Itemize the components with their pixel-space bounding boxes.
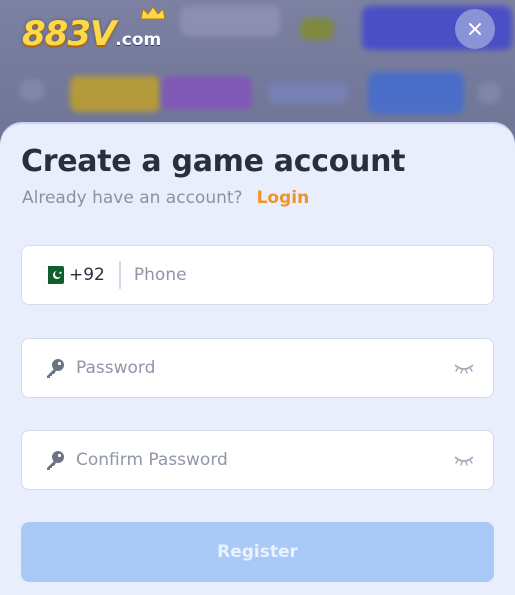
logo-domain: .com <box>115 30 162 50</box>
pakistan-flag-icon[interactable] <box>44 266 64 284</box>
bg-shape <box>70 76 160 112</box>
register-modal: Create a game account Already have an ac… <box>0 124 515 595</box>
confirm-password-field[interactable]: Confirm Password <box>21 430 494 490</box>
bg-shape <box>268 82 348 104</box>
modal-title: Create a game account <box>21 144 406 179</box>
key-icon <box>47 451 64 470</box>
eye-closed-icon[interactable] <box>454 453 474 467</box>
login-prompt-text: Already have an account? <box>22 188 243 208</box>
login-link[interactable]: Login <box>257 188 310 208</box>
password-field[interactable]: Password <box>21 338 494 398</box>
bg-shape <box>180 6 280 36</box>
register-button[interactable]: Register <box>21 522 494 582</box>
phone-input[interactable]: Phone <box>134 265 187 285</box>
bg-shape <box>20 80 44 100</box>
close-button[interactable] <box>455 9 495 49</box>
password-input[interactable]: Password <box>76 358 155 378</box>
confirm-password-input[interactable]: Confirm Password <box>76 450 228 470</box>
phone-field[interactable]: +92 Phone <box>21 245 494 305</box>
key-icon <box>47 359 64 378</box>
register-button-label: Register <box>217 542 298 562</box>
bg-shape <box>300 18 334 40</box>
logo-text: 883V <box>22 14 116 54</box>
bg-shape <box>162 76 252 110</box>
crown-icon <box>140 6 166 20</box>
close-icon <box>469 23 481 35</box>
bg-shape <box>368 72 464 114</box>
eye-closed-icon[interactable] <box>454 361 474 375</box>
field-divider <box>118 261 121 289</box>
bg-shape <box>478 82 500 104</box>
login-prompt: Already have an account? Login <box>22 188 309 208</box>
country-code[interactable]: +92 <box>69 265 105 285</box>
